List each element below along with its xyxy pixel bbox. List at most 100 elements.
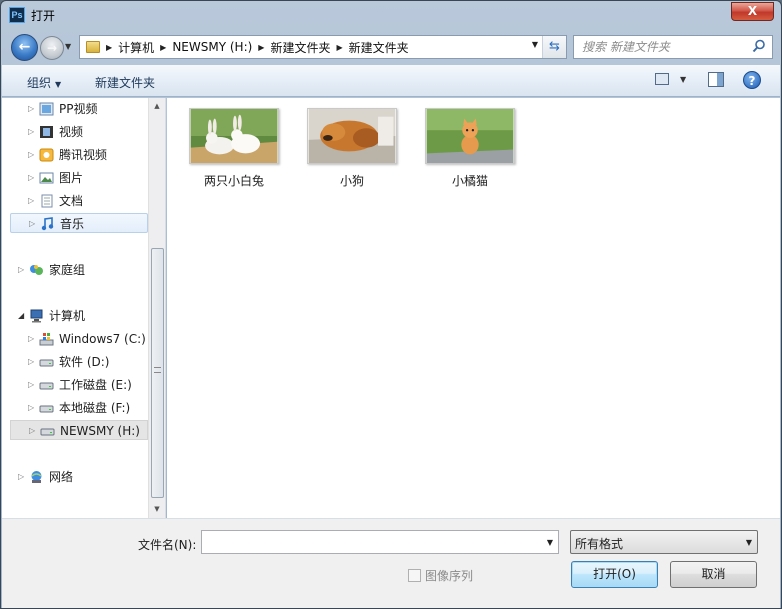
cancel-button[interactable]: 取消: [670, 561, 757, 588]
puppy-photo-thumbnail: [307, 108, 397, 164]
pictures-library-icon: [39, 172, 54, 184]
image-sequence-label: 图像序列: [425, 569, 474, 583]
expand-arrow-icon[interactable]: ▷: [18, 467, 24, 487]
address-bar[interactable]: ▶ 计算机 ▶ NEWSMY (H:) ▶ 新建文件夹 ▶ 新建文件夹 ▼ ⇆: [79, 35, 567, 59]
sidebar-item-pictures[interactable]: ▷ 图片: [28, 168, 146, 188]
music-library-icon: [41, 217, 54, 231]
open-file-dialog: Ps 打开 X ← → ▼ ▶ 计算机 ▶ NEWSMY (H:) ▶ 新建文件…: [0, 0, 782, 609]
help-icon[interactable]: ?: [743, 71, 761, 89]
recent-locations-dropdown-icon[interactable]: ▼: [65, 42, 71, 51]
window-title: 打开: [31, 9, 56, 23]
sidebar-item-homegroup[interactable]: ▷ 家庭组: [18, 260, 146, 280]
scroll-grip-icon: [154, 367, 161, 373]
image-sequence-checkbox[interactable]: [408, 569, 421, 582]
expand-arrow-icon[interactable]: ▷: [29, 214, 35, 234]
back-button[interactable]: ←: [11, 34, 38, 61]
video-library-icon: [40, 126, 53, 138]
sidebar-item-documents[interactable]: ▷ 文档: [28, 191, 146, 211]
scroll-down-arrow-icon[interactable]: ▼: [150, 502, 164, 517]
file-name: 小狗: [339, 174, 364, 188]
search-input[interactable]: [574, 36, 750, 58]
scroll-up-arrow-icon[interactable]: ▲: [150, 99, 164, 114]
breadcrumb-arrow-icon[interactable]: ▶: [336, 43, 342, 52]
close-button[interactable]: X: [731, 2, 774, 21]
filename-dropdown-icon[interactable]: ▼: [547, 538, 553, 547]
expand-arrow-icon[interactable]: ▷: [28, 145, 34, 165]
navigation-pane: ▷ PP视频 ▷ 视频 ▷ 腾讯视频 ▷ 图片 ▷ 文档 ▷ 音乐 ▷ 家庭组 …: [2, 98, 166, 518]
sidebar-item-label: 家庭组: [49, 263, 86, 277]
expand-arrow-icon[interactable]: ▷: [28, 99, 34, 119]
sidebar-item-label: 软件 (D:): [59, 355, 110, 369]
organize-label: 组织: [27, 76, 52, 90]
expand-arrow-icon[interactable]: ▷: [18, 260, 24, 280]
network-icon: [31, 471, 42, 483]
sidebar-item-computer[interactable]: ◢ 计算机: [18, 306, 146, 326]
sidebar-item-label: PP视频: [59, 102, 98, 116]
search-box[interactable]: [573, 35, 773, 59]
organize-menu-button[interactable]: 组织 ▼: [27, 74, 61, 91]
sidebar-item-music[interactable]: ▷ 音乐: [10, 213, 148, 233]
file-item[interactable]: 两只小白兔: [179, 108, 289, 189]
sidebar-item-network[interactable]: ▷ 网络: [18, 467, 146, 487]
sidebar-item-label: 视频: [59, 125, 84, 139]
refresh-button[interactable]: ⇆: [542, 36, 566, 58]
homegroup-icon: [30, 265, 43, 275]
address-dropdown-icon[interactable]: ▼: [532, 40, 538, 49]
forward-button[interactable]: →: [40, 36, 64, 60]
expand-arrow-icon[interactable]: ▷: [28, 352, 34, 372]
command-bar: 组织 ▼ 新建文件夹 ▼ ?: [2, 65, 780, 97]
expand-arrow-icon[interactable]: ▷: [28, 398, 34, 418]
file-type-select[interactable]: 所有格式 ▼: [570, 530, 758, 554]
sidebar-item-drive-h[interactable]: ▷ NEWSMY (H:): [10, 420, 148, 440]
chevron-down-icon: ▼: [55, 80, 62, 89]
file-item[interactable]: 小狗: [297, 108, 407, 189]
sidebar-item-tencent-video[interactable]: ▷ 腾讯视频: [28, 145, 146, 165]
change-view-icon[interactable]: [655, 73, 669, 85]
filename-input[interactable]: ▼: [201, 530, 559, 554]
sidebar-item-label: NEWSMY (H:): [60, 424, 140, 438]
drive-icon: [39, 359, 54, 367]
system-drive-icon: [39, 333, 54, 346]
breadcrumb-folder[interactable]: 新建文件夹: [270, 39, 330, 56]
expand-arrow-icon[interactable]: ▷: [28, 122, 34, 142]
sidebar-item-drive-f[interactable]: ▷ 本地磁盘 (F:): [28, 398, 146, 418]
expand-arrow-icon[interactable]: ▷: [29, 421, 35, 441]
new-folder-button[interactable]: 新建文件夹: [95, 74, 155, 91]
sidebar-item-drive-c[interactable]: ▷ Windows7 (C:): [28, 329, 146, 349]
breadcrumb-arrow-icon[interactable]: ▶: [258, 43, 264, 52]
breadcrumb-current-folder[interactable]: 新建文件夹: [349, 39, 409, 56]
sidebar-item-drive-e[interactable]: ▷ 工作磁盘 (E:): [28, 375, 146, 395]
preview-pane-icon[interactable]: [708, 72, 724, 87]
scrollbar-thumb[interactable]: [151, 248, 164, 498]
sidebar-item-pp-video[interactable]: ▷ PP视频: [28, 99, 146, 119]
expand-arrow-icon[interactable]: ▷: [28, 329, 34, 349]
sidebar-item-label: 文档: [59, 194, 84, 208]
collapse-arrow-icon[interactable]: ◢: [18, 306, 24, 326]
sidebar-item-video[interactable]: ▷ 视频: [28, 122, 146, 142]
breadcrumb-arrow-icon[interactable]: ▶: [160, 43, 166, 52]
sidebar-item-drive-d[interactable]: ▷ 软件 (D:): [28, 352, 146, 372]
chevron-down-icon: ▼: [745, 538, 752, 547]
folder-icon: [86, 41, 100, 53]
sidebar-item-label: Windows7 (C:): [59, 332, 146, 346]
pp-video-icon: [39, 102, 54, 116]
tencent-video-icon: [39, 148, 54, 162]
sidebar-item-label: 计算机: [49, 309, 86, 323]
rabbits-photo-thumbnail: [189, 108, 279, 164]
breadcrumb-arrow-icon[interactable]: ▶: [106, 43, 112, 52]
view-options-dropdown-icon[interactable]: ▼: [680, 75, 686, 84]
breadcrumb-drive[interactable]: NEWSMY (H:): [172, 40, 252, 54]
expand-arrow-icon[interactable]: ▷: [28, 375, 34, 395]
dialog-footer: 文件名(N): ▼ 所有格式 ▼ 图像序列 打开(O) 取消: [2, 518, 780, 608]
sidebar-item-label: 音乐: [60, 217, 85, 231]
sidebar-item-label: 网络: [49, 470, 74, 484]
breadcrumb-computer[interactable]: 计算机: [118, 39, 154, 56]
open-button[interactable]: 打开(O): [571, 561, 658, 588]
file-item[interactable]: 小橘猫: [415, 108, 525, 189]
search-icon[interactable]: [752, 39, 766, 53]
expand-arrow-icon[interactable]: ▷: [28, 191, 34, 211]
removable-drive-icon: [40, 428, 55, 436]
documents-library-icon: [41, 194, 53, 208]
navigation-scrollbar[interactable]: ▲ ▼: [148, 98, 165, 518]
expand-arrow-icon[interactable]: ▷: [28, 168, 34, 188]
